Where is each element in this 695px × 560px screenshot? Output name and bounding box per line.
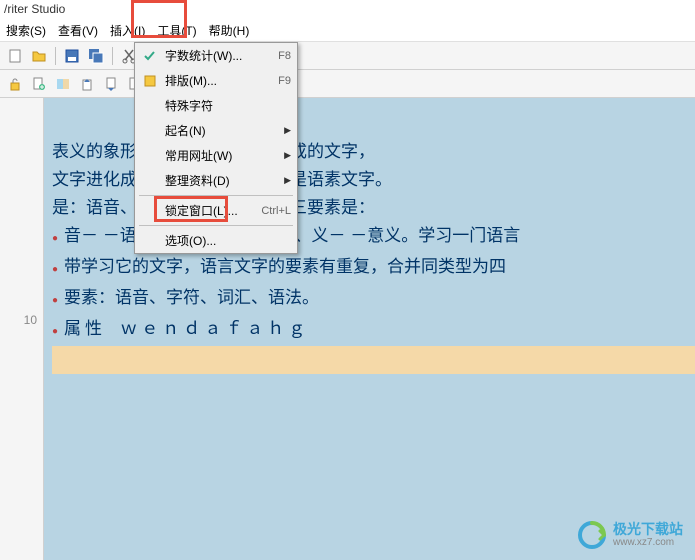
menu-materials[interactable]: 整理资料(D) ▶ [135,168,297,193]
watermark: 极光下载站 www.xz7.com [577,520,683,550]
doc-line-7: 属性 ｗｅｎｄａｆａｈｇ [64,315,309,343]
gutter-number-10: 10 [0,306,37,334]
menu-search[interactable]: 搜索(S) [0,19,52,42]
tools-dropdown-menu: 字数统计(W)... F8 排版(M)... F9 特殊字符 起名(N) ▶ 常… [134,42,298,254]
titlebar: /riter Studio [0,0,695,20]
watermark-url: www.xz7.com [613,537,683,548]
menu-separator [139,195,293,196]
menu-help[interactable]: 帮助(H) [203,19,256,42]
toolbar-secondary [0,70,695,98]
doc-line-5: 带学习它的文字，语言文字的要素有重复，合并同类型为四 [64,253,506,281]
watermark-brand: 极光下载站 [613,522,683,537]
menubar: 搜索(S) 查看(V) 插入(I) 工具(T) 帮助(H) [0,20,695,42]
menu-separator [139,225,293,226]
menu-lockwindow[interactable]: 锁定窗口(L)... Ctrl+L [135,198,297,223]
menu-wordcount[interactable]: 字数统计(W)... F8 [135,43,297,68]
toolbar-main [0,42,695,70]
typeset-icon [141,73,159,89]
menu-specialchar[interactable]: 特殊字符 [135,93,297,118]
save-icon[interactable] [61,45,83,67]
menu-insert[interactable]: 插入(I) [104,19,151,42]
app-title: /riter Studio [4,2,65,16]
chevron-right-icon: ▶ [284,150,291,161]
menu-tools[interactable]: 工具(T) [151,19,202,42]
line-gutter: 10 [0,98,44,560]
cursor-line-highlight [52,346,695,374]
menu-urls[interactable]: 常用网址(W) ▶ [135,143,297,168]
menu-typeset[interactable]: 排版(M)... F9 [135,68,297,93]
bullet-icon: ● [52,287,58,315]
page-down-icon[interactable] [100,73,122,95]
menu-view[interactable]: 查看(V) [52,19,104,42]
doc-line-6: 要素：语音、字符、词汇、语法。 [64,284,319,312]
bullet-icon: ● [52,256,58,284]
unlock-icon[interactable] [4,73,26,95]
docs-icon[interactable] [52,73,74,95]
page-up-icon[interactable] [76,73,98,95]
menu-naming[interactable]: 起名(N) ▶ [135,118,297,143]
menu-options[interactable]: 选项(O)... [135,228,297,253]
bullet-icon: ● [52,225,58,253]
new-file-icon[interactable] [4,45,26,67]
open-folder-icon[interactable] [28,45,50,67]
doc-add-icon[interactable] [28,73,50,95]
chevron-right-icon: ▶ [284,125,291,136]
check-icon [141,48,159,64]
save-all-icon[interactable] [85,45,107,67]
chevron-right-icon: ▶ [284,175,291,186]
watermark-logo-icon [577,520,607,550]
content-area: 10 表义的象形符号和表音的声旁组成的文字， 文字进化成的意音文字，汉字也是语素… [0,98,695,560]
bullet-icon: ● [52,318,58,346]
